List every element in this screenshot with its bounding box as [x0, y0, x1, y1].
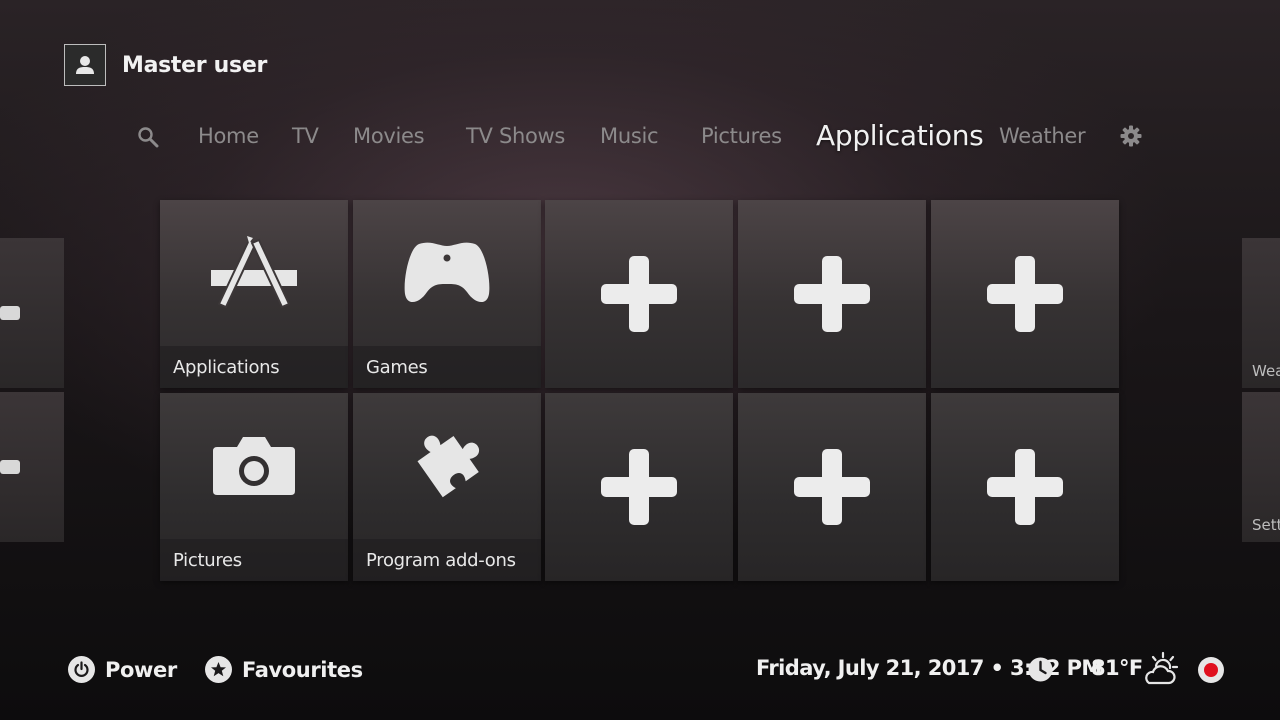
nav-item-pictures[interactable]: Pictures — [701, 124, 782, 148]
temperature: 81°F — [1091, 656, 1143, 680]
partly-cloudy-icon — [1141, 651, 1181, 691]
profile-name: Master user — [122, 52, 268, 78]
peek-label: Wea — [1252, 362, 1280, 380]
peek-tile-right-bottom[interactable]: Setti — [1242, 392, 1280, 542]
add-icon — [987, 256, 1063, 332]
nav-item-home[interactable]: Home — [198, 124, 259, 148]
tile-label: Pictures — [173, 550, 242, 571]
add-icon — [0, 460, 20, 474]
nav-item-applications[interactable]: Applications — [816, 119, 984, 152]
nav-item-movies[interactable]: Movies — [353, 124, 425, 148]
tile-add[interactable] — [931, 393, 1119, 581]
tile-label: Games — [366, 357, 428, 378]
tile-games[interactable]: Games — [353, 200, 541, 388]
clock-icon — [1028, 657, 1053, 686]
peek-label: Setti — [1252, 516, 1280, 534]
star-icon — [205, 656, 232, 683]
peek-tile-left-top[interactable] — [0, 238, 64, 388]
add-icon — [601, 256, 677, 332]
add-icon — [0, 306, 20, 320]
add-icon — [601, 449, 677, 525]
gear-icon[interactable] — [1120, 125, 1142, 151]
app-store-icon — [160, 234, 348, 308]
tile-add[interactable] — [738, 200, 926, 388]
tile-program-add-ons[interactable]: Program add-ons — [353, 393, 541, 581]
search-icon[interactable] — [137, 126, 159, 152]
peek-tile-right-top[interactable]: Wea — [1242, 238, 1280, 388]
tile-add[interactable] — [738, 393, 926, 581]
tile-add[interactable] — [545, 200, 733, 388]
record-icon[interactable] — [1198, 657, 1224, 683]
gamepad-icon — [353, 240, 541, 306]
main-nav: Home TV Movies TV Shows Music Pictures A… — [0, 116, 1280, 160]
profile[interactable]: Master user — [64, 44, 267, 86]
power-label: Power — [105, 657, 177, 682]
add-icon — [794, 449, 870, 525]
peek-tile-left-bottom[interactable] — [0, 392, 64, 542]
tile-add[interactable] — [545, 393, 733, 581]
tile-label: Program add-ons — [366, 550, 516, 571]
nav-item-weather[interactable]: Weather — [999, 124, 1086, 148]
add-icon — [794, 256, 870, 332]
puzzle-icon — [353, 423, 541, 507]
add-icon — [987, 449, 1063, 525]
favourites-label: Favourites — [242, 657, 363, 682]
camera-icon — [160, 435, 348, 497]
user-icon — [64, 44, 106, 86]
record-dot — [1204, 663, 1218, 677]
nav-item-music[interactable]: Music — [600, 124, 659, 148]
power-button[interactable]: Power — [68, 656, 177, 683]
favourites-button[interactable]: Favourites — [205, 656, 363, 683]
power-icon — [68, 656, 95, 683]
tile-add[interactable] — [931, 200, 1119, 388]
tile-pictures[interactable]: Pictures — [160, 393, 348, 581]
nav-item-tv[interactable]: TV — [292, 124, 319, 148]
tile-label: Applications — [173, 357, 280, 378]
nav-item-tv-shows[interactable]: TV Shows — [466, 124, 565, 148]
tile-applications[interactable]: Applications — [160, 200, 348, 388]
